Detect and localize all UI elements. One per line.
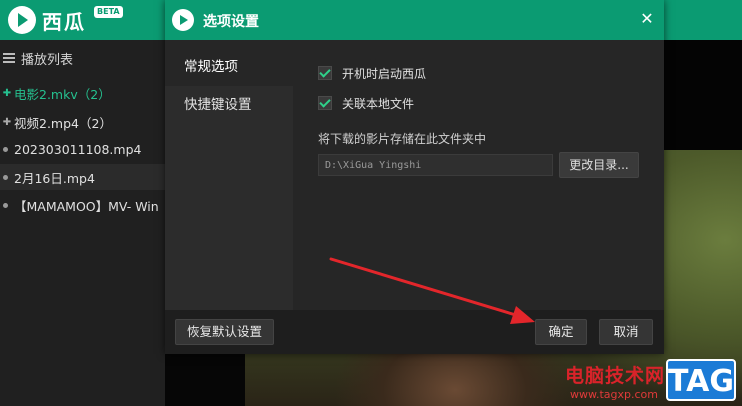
playlist-item[interactable]: 【MAMAMOO】MV- Win — [0, 192, 165, 218]
playlist-item-label: 视频2.mp4（2） — [14, 115, 112, 131]
playlist-item-label: 2月16日.mp4 — [14, 170, 95, 186]
watermark-site: 电脑技术网 — [565, 365, 666, 387]
xigua-logo-icon — [8, 6, 36, 34]
playlist-sidebar: 播放列表 ✚ 电影2.mkv（2） ✚ 视频2.mp4（2） 202303011… — [0, 40, 165, 406]
playlist-item-label: 202303011108.mp4 — [14, 141, 142, 157]
cancel-button[interactable]: 取消 — [599, 319, 653, 345]
restore-defaults-button[interactable]: 恢复默认设置 — [175, 319, 274, 345]
tab-shortcuts[interactable]: 快捷键设置 — [165, 86, 293, 124]
options-dialog: 选项设置 ✕ 常规选项 快捷键设置 开机时启动西瓜 关联本地文件 将下载的影片存… — [165, 0, 664, 354]
assoc-label: 关联本地文件 — [342, 96, 415, 111]
playlist-item[interactable]: 202303011108.mp4 — [0, 136, 165, 162]
startup-label: 开机时启动西瓜 — [342, 66, 427, 81]
bullet-dot-icon — [3, 202, 8, 208]
playlist-item-label: 【MAMAMOO】MV- Win — [14, 198, 159, 214]
dialog-titlebar[interactable]: 选项设置 ✕ — [165, 0, 664, 40]
list-icon — [3, 52, 15, 64]
app-name: 西瓜 — [42, 10, 86, 34]
beta-badge: BETA — [94, 6, 123, 18]
bullet-dot-icon — [3, 146, 8, 152]
close-icon[interactable]: ✕ — [636, 8, 658, 30]
startup-option[interactable]: 开机时启动西瓜 — [318, 64, 426, 82]
startup-checkbox[interactable] — [318, 66, 332, 80]
playlist-header[interactable]: 播放列表 — [0, 48, 165, 68]
playlist-item[interactable]: 2月16日.mp4 — [0, 164, 165, 190]
expand-plus-icon[interactable]: ✚ — [0, 88, 14, 99]
playlist-item-label: 电影2.mkv（2） — [14, 86, 111, 102]
download-path-label: 将下载的影片存储在此文件夹中 — [318, 132, 487, 146]
bullet-dot-icon — [3, 174, 8, 180]
change-dir-button[interactable]: 更改目录... — [559, 152, 639, 178]
assoc-option[interactable]: 关联本地文件 — [318, 94, 414, 112]
dialog-nav: 常规选项 快捷键设置 — [165, 48, 293, 310]
assoc-checkbox[interactable] — [318, 96, 332, 110]
xigua-logo-icon — [172, 9, 194, 31]
playlist-title: 播放列表 — [21, 52, 74, 68]
watermark-tag-logo: TAG — [666, 359, 736, 401]
general-options-panel: 开机时启动西瓜 关联本地文件 将下载的影片存储在此文件夹中 D:\XiGua Y… — [293, 40, 664, 310]
expand-plus-icon[interactable]: ✚ — [0, 117, 14, 128]
ok-button[interactable]: 确定 — [535, 319, 587, 345]
watermark-url: www.tagxp.com — [570, 388, 658, 401]
playlist-item[interactable]: ✚ 视频2.mp4（2） — [0, 109, 165, 135]
tab-general[interactable]: 常规选项 — [165, 48, 293, 86]
dialog-title: 选项设置 — [203, 14, 259, 30]
download-path-field[interactable]: D:\XiGua Yingshi — [318, 154, 553, 176]
dialog-footer: 恢复默认设置 确定 取消 — [165, 310, 664, 354]
playlist-item[interactable]: ✚ 电影2.mkv（2） — [0, 80, 165, 106]
